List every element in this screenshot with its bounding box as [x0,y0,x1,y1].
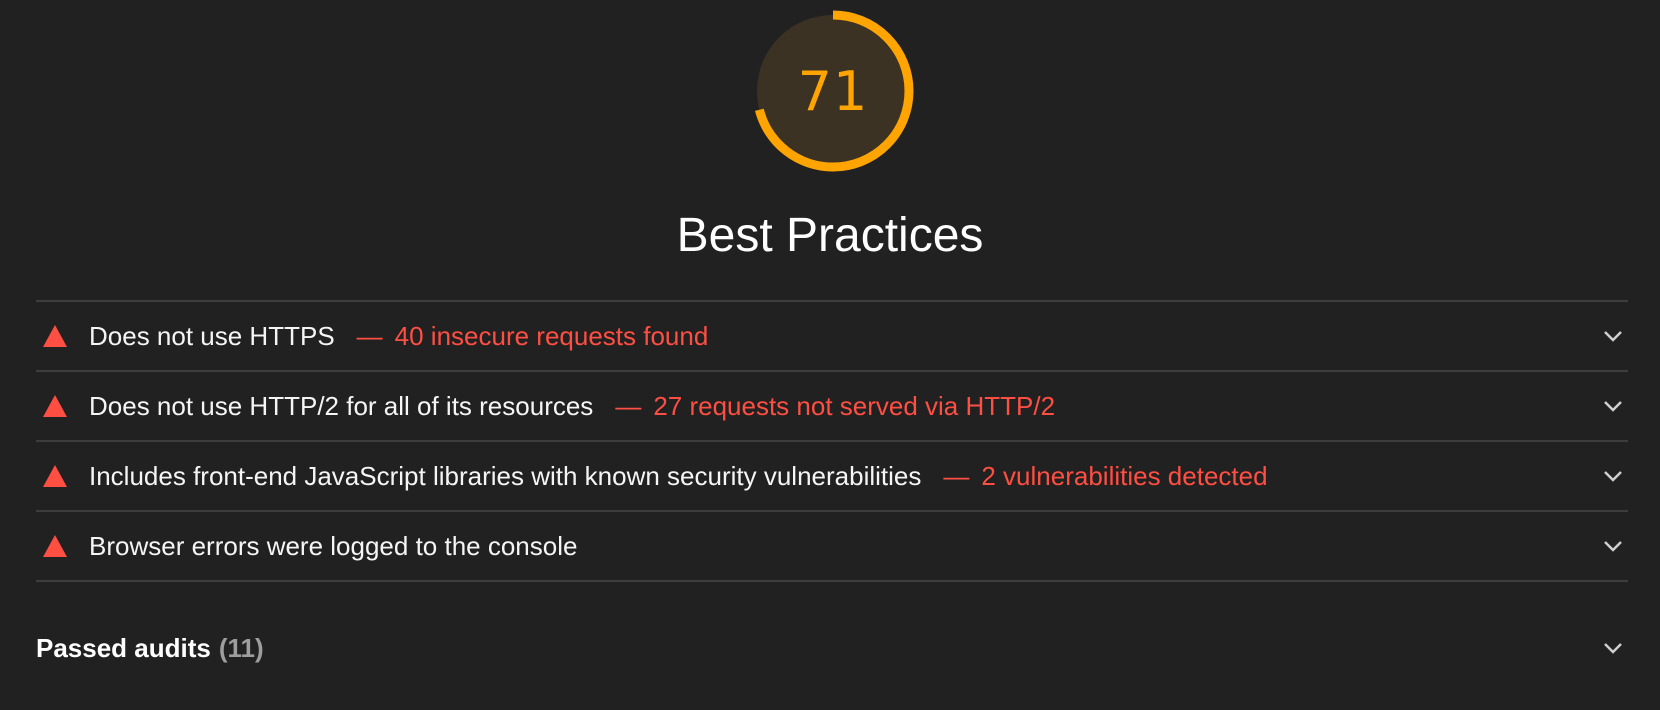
audit-row-http2[interactable]: Does not use HTTP/2 for all of its resou… [36,372,1628,442]
audit-separator: — [943,460,970,491]
audit-row-https[interactable]: Does not use HTTPS — 40 insecure request… [36,302,1628,372]
audit-title: Does not use HTTPS [89,320,335,351]
fail-triangle-icon [43,535,67,557]
chevron-down-icon[interactable] [1602,539,1624,553]
fail-triangle-icon [43,395,67,417]
audit-title: Browser errors were logged to the consol… [89,530,578,561]
passed-audits-label: Passed audits [36,632,211,663]
chevron-down-icon[interactable] [1602,399,1624,413]
audit-row-console-errors[interactable]: Browser errors were logged to the consol… [36,512,1628,582]
audit-row-vulnerable-libraries[interactable]: Includes front-end JavaScript libraries … [36,442,1628,512]
category-title: Best Practices [676,209,984,262]
audit-display-value: 27 requests not served via HTTP/2 [653,390,1056,421]
audit-display-value: 40 insecure requests found [394,320,709,351]
score-gauge: 71 [750,8,916,174]
audit-separator: — [615,390,642,421]
chevron-down-icon[interactable] [1602,469,1624,483]
audit-title: Includes front-end JavaScript libraries … [89,460,922,491]
score-value: 71 [797,59,869,123]
audit-title: Does not use HTTP/2 for all of its resou… [89,390,594,421]
passed-audits-count: (11) [218,632,264,663]
report-section: 71 Best Practices Does not use HTTPS — 4… [0,0,1660,710]
audit-display-value: 2 vulnerabilities detected [981,460,1268,491]
failed-audits-list: Does not use HTTPS — 40 insecure request… [36,300,1628,582]
fail-triangle-icon [43,325,67,347]
fail-triangle-icon [43,465,67,487]
audit-separator: — [356,320,383,351]
chevron-down-icon[interactable] [1602,329,1624,343]
passed-audits-toggle[interactable]: Passed audits (11) [36,620,1628,676]
chevron-down-icon[interactable] [1602,641,1624,655]
